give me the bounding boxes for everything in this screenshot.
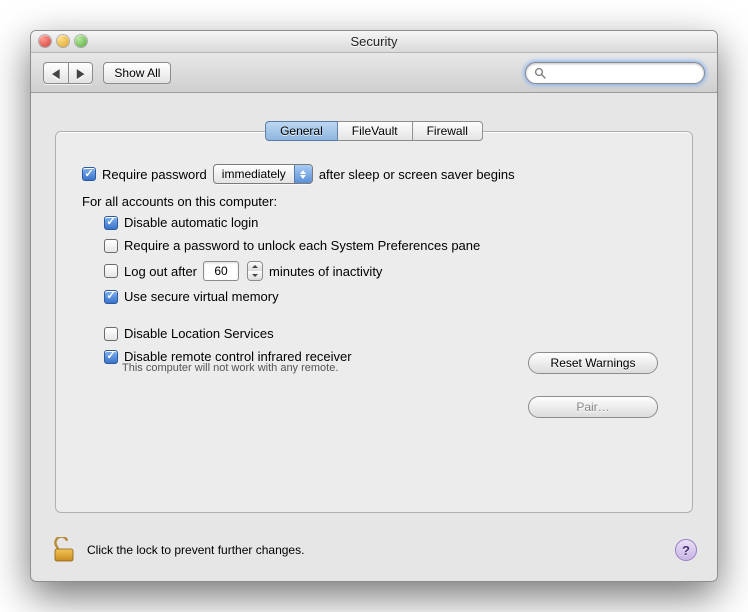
titlebar: Security [31,31,717,53]
security-preferences-window: Security ◀ ▶ Show All General FileVault … [30,30,718,582]
search-field[interactable] [525,62,705,84]
stepper-down-icon[interactable] [248,271,262,280]
disable-location-checkbox[interactable] [104,327,118,341]
require-password-prefs-row: Require a password to unlock each System… [82,238,666,253]
select-arrows-icon [294,165,312,183]
log-out-row: Log out after minutes of inactivity [82,261,666,281]
zoom-window-button[interactable] [75,35,87,47]
lock-text: Click the lock to prevent further change… [87,543,304,557]
disable-ir-checkbox[interactable] [104,350,118,364]
log-out-suffix: minutes of inactivity [269,264,382,279]
back-button[interactable]: ◀ [43,62,68,84]
log-out-prefix: Log out after [124,264,197,279]
disable-auto-login-row: Disable automatic login [82,215,666,230]
disable-auto-login-checkbox[interactable] [104,216,118,230]
require-password-prefs-checkbox[interactable] [104,239,118,253]
tab-bar: General FileVault Firewall [265,121,483,141]
log-out-checkbox[interactable] [104,264,118,278]
general-pane: Require password immediately after sleep… [55,131,693,513]
stepper-up-icon[interactable] [248,262,262,271]
chevron-left-icon: ◀ [52,67,60,81]
close-window-button[interactable] [39,35,51,47]
select-value: immediately [214,167,294,181]
secure-vm-checkbox[interactable] [104,290,118,304]
window-title: Security [351,34,398,49]
tab-firewall[interactable]: Firewall [413,121,483,141]
require-password-label: Require password [102,167,207,182]
require-password-suffix: after sleep or screen saver begins [319,167,515,182]
chevron-right-icon: ▶ [77,67,85,81]
toolbar: ◀ ▶ Show All [31,53,717,93]
log-out-minutes-input[interactable] [208,263,234,279]
tab-general[interactable]: General [265,121,338,141]
log-out-minutes-field[interactable] [203,261,239,281]
show-all-button[interactable]: Show All [103,62,171,84]
disable-location-label: Disable Location Services [124,326,274,341]
help-button[interactable]: ? [675,539,697,561]
nav-segmented-control: ◀ ▶ [43,62,93,84]
require-password-checkbox[interactable] [82,167,96,181]
disable-location-row: Disable Location Services [82,326,666,341]
window-controls [39,35,87,47]
lock-icon[interactable] [51,537,77,563]
footer: Click the lock to prevent further change… [51,537,697,563]
pair-button[interactable]: Pair… [528,396,658,418]
reset-warnings-button[interactable]: Reset Warnings [528,352,658,374]
require-password-prefs-label: Require a password to unlock each System… [124,238,480,253]
search-input[interactable] [551,65,696,81]
require-password-row: Require password immediately after sleep… [82,164,666,184]
require-password-delay-select[interactable]: immediately [213,164,313,184]
tab-filevault[interactable]: FileVault [338,121,413,141]
minimize-window-button[interactable] [57,35,69,47]
forward-button[interactable]: ▶ [68,62,94,84]
search-icon [534,67,546,79]
secure-vm-row: Use secure virtual memory [82,289,666,304]
secure-vm-label: Use secure virtual memory [124,289,279,304]
log-out-stepper[interactable] [247,261,263,281]
all-accounts-heading: For all accounts on this computer: [82,194,666,209]
disable-auto-login-label: Disable automatic login [124,215,258,230]
